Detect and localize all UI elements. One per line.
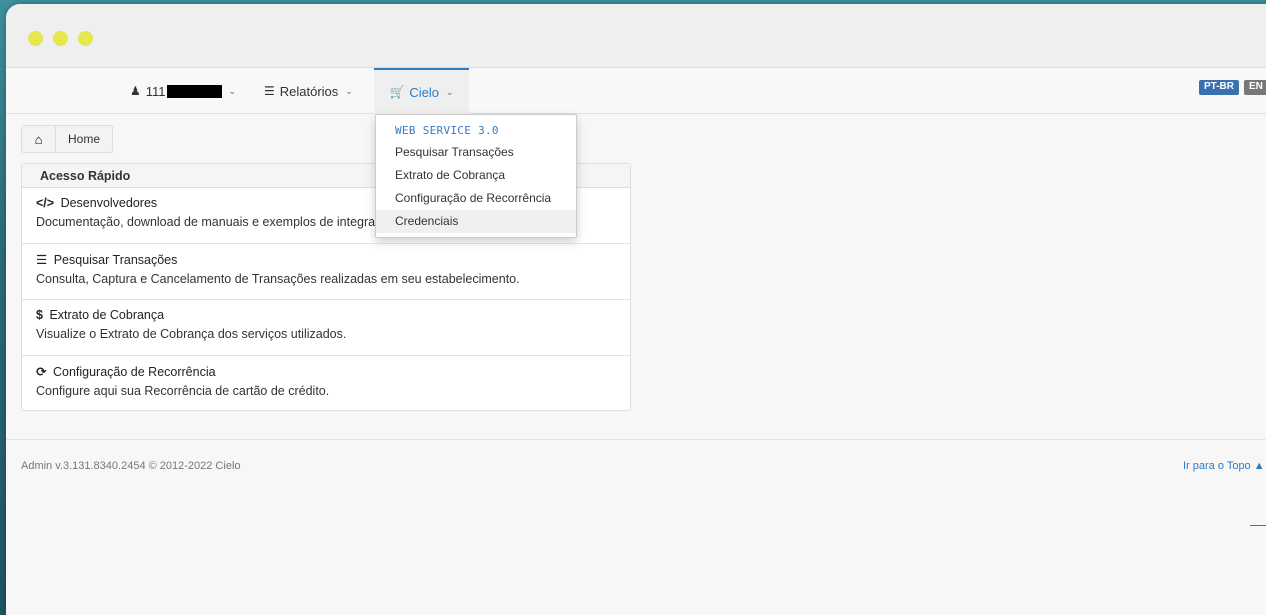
quick-access-title[interactable]: Desenvolvedores: [61, 196, 158, 210]
code-icon: </>: [36, 196, 55, 210]
quick-access-title[interactable]: Configuração de Recorrência: [53, 365, 216, 379]
decorative-line: [1250, 525, 1266, 526]
cielo-label: Cielo: [409, 84, 440, 100]
quick-access-item[interactable]: $ Extrato de Cobrança Visualize o Extrat…: [22, 300, 630, 356]
title-bar: [6, 4, 1266, 68]
dropdown-item-credenciais[interactable]: Credenciais: [376, 210, 576, 233]
quick-access-title[interactable]: Pesquisar Transações: [54, 253, 178, 267]
dropdown-item-recorrencia[interactable]: Configuração de Recorrência: [376, 187, 576, 210]
dropdown-item-pesquisar[interactable]: Pesquisar Transações: [376, 141, 576, 164]
refresh-icon: ⟳: [36, 365, 47, 379]
window-dot[interactable]: [78, 31, 93, 46]
redacted-username: [166, 84, 222, 98]
quick-access-item[interactable]: ⟳ Configuração de Recorrência Configure …: [22, 356, 630, 412]
window-dot[interactable]: [53, 31, 68, 46]
footer-divider: [6, 439, 1266, 440]
chevron-down-icon: ⌄: [228, 85, 237, 96]
cielo-dropdown-menu: WEB SERVICE 3.0 Pesquisar Transações Ext…: [375, 114, 577, 238]
dropdown-header: WEB SERVICE 3.0: [395, 124, 499, 137]
footer-version: Admin v.3.131.8340.2454 © 2012-2022 Ciel…: [21, 460, 241, 472]
dropdown-item-extrato[interactable]: Extrato de Cobrança: [376, 164, 576, 187]
top-navbar: ♟ 111 ⌄ ☰ Relatórios ⌄ 🛒 Cielo ⌄ PT-BR E…: [6, 68, 1266, 114]
quick-access-title[interactable]: Extrato de Cobrança: [49, 308, 164, 322]
quick-access-desc: Configure aqui sua Recorrência de cartão…: [36, 384, 330, 398]
menu-relatorios[interactable]: ☰ Relatórios ⌄: [264, 68, 353, 114]
home-icon[interactable]: ⌂: [22, 126, 56, 152]
chevron-down-icon: ⌄: [446, 86, 454, 97]
list-icon: ☰: [264, 84, 275, 98]
user-label: 111: [145, 83, 166, 99]
cart-icon: 🛒: [389, 85, 405, 99]
list-icon: ☰: [36, 253, 48, 267]
breadcrumb-home[interactable]: Home: [56, 126, 112, 152]
user-menu[interactable]: ♟ 111 ⌄: [130, 68, 236, 114]
browser-window: ♟ 111 ⌄ ☰ Relatórios ⌄ 🛒 Cielo ⌄ PT-BR E…: [6, 4, 1266, 615]
breadcrumb: ⌂ Home: [21, 125, 114, 153]
lang-en-button[interactable]: EN: [1244, 80, 1266, 95]
dollar-icon: $: [36, 308, 43, 322]
window-dot[interactable]: [28, 31, 43, 46]
chevron-down-icon: ⌄: [345, 85, 353, 96]
arrow-up-icon: ▲: [1253, 460, 1265, 472]
quick-access-desc: Visualize o Extrato de Cobrança dos serv…: [36, 327, 347, 341]
quick-access-desc: Consulta, Captura e Cancelamento de Tran…: [36, 272, 520, 286]
back-to-top-link[interactable]: Ir para o Topo ▲: [1183, 460, 1265, 472]
relatorios-label: Relatórios: [279, 83, 339, 99]
menu-cielo[interactable]: 🛒 Cielo ⌄: [374, 68, 469, 114]
back-to-top-label[interactable]: Ir para o Topo: [1183, 460, 1251, 472]
user-icon: ♟: [130, 84, 141, 98]
quick-access-item[interactable]: ☰ Pesquisar Transações Consulta, Captura…: [22, 244, 630, 300]
lang-pt-br-button[interactable]: PT-BR: [1199, 80, 1239, 95]
